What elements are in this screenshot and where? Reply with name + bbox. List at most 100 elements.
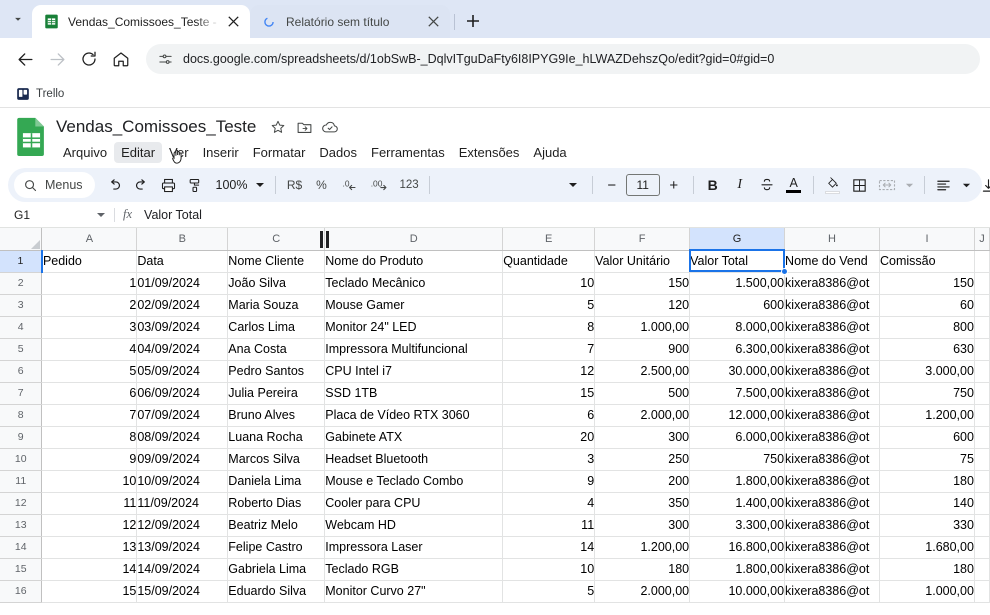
cell-B4[interactable]: 03/09/2024 — [137, 316, 228, 338]
cell-J14[interactable] — [974, 536, 989, 558]
cell-F12[interactable]: 350 — [595, 492, 690, 514]
cell-H11[interactable]: kixera8386@ot — [785, 470, 880, 492]
browser-tab-2[interactable]: Relatório sem título — [250, 5, 450, 38]
cell-B10[interactable]: 09/09/2024 — [137, 448, 228, 470]
row-header-10[interactable]: 10 — [0, 448, 42, 470]
cell-D7[interactable]: SSD 1TB — [325, 382, 503, 404]
cell-J4[interactable] — [974, 316, 989, 338]
cell-F5[interactable]: 900 — [595, 338, 690, 360]
cell-C10[interactable]: Marcos Silva — [228, 448, 325, 470]
percent-format-button[interactable]: % — [309, 172, 335, 198]
cell-H13[interactable]: kixera8386@ot — [785, 514, 880, 536]
cell-F9[interactable]: 300 — [595, 426, 690, 448]
cell-H16[interactable]: kixera8386@ot — [785, 580, 880, 602]
cell-J10[interactable] — [974, 448, 989, 470]
cell-I11[interactable]: 180 — [880, 470, 975, 492]
row-header-6[interactable]: 6 — [0, 360, 42, 382]
cell-B16[interactable]: 15/09/2024 — [137, 580, 228, 602]
cell-F3[interactable]: 120 — [595, 294, 690, 316]
cell-H2[interactable]: kixera8386@ot — [785, 272, 880, 294]
google-sheets-icon[interactable] — [14, 116, 48, 158]
row-header-12[interactable]: 12 — [0, 492, 42, 514]
font-size-input[interactable]: 11 — [626, 174, 660, 196]
italic-button[interactable]: I — [727, 172, 753, 198]
star-icon[interactable] — [266, 115, 290, 139]
cell-A5[interactable]: 4 — [42, 338, 137, 360]
cell-H9[interactable]: kixera8386@ot — [785, 426, 880, 448]
column-header-c[interactable]: C — [228, 228, 325, 250]
cell-A3[interactable]: 2 — [42, 294, 137, 316]
cell-E1[interactable]: Quantidade — [503, 250, 595, 272]
bookmark-trello[interactable]: Trello — [10, 84, 70, 104]
cell-H15[interactable]: kixera8386@ot — [785, 558, 880, 580]
cell-E13[interactable]: 11 — [503, 514, 595, 536]
decrease-font-size-button[interactable]: − — [599, 172, 625, 198]
vertical-align-button[interactable] — [976, 172, 990, 198]
cell-G9[interactable]: 6.000,00 — [690, 426, 785, 448]
cell-J11[interactable] — [974, 470, 989, 492]
text-color-button[interactable]: A — [781, 172, 807, 198]
zoom-control[interactable]: 100% — [210, 172, 250, 198]
paint-format-icon[interactable] — [183, 172, 209, 198]
strikethrough-button[interactable] — [754, 172, 780, 198]
cell-A2[interactable]: 1 — [42, 272, 137, 294]
cloud-saved-icon[interactable] — [318, 115, 342, 139]
cell-J13[interactable] — [974, 514, 989, 536]
cell-D9[interactable]: Gabinete ATX — [325, 426, 503, 448]
cell-B12[interactable]: 11/09/2024 — [137, 492, 228, 514]
cell-C11[interactable]: Daniela Lima — [228, 470, 325, 492]
cell-I10[interactable]: 75 — [880, 448, 975, 470]
cell-G1[interactable]: Valor Total — [690, 250, 785, 272]
cell-C7[interactable]: Julia Pereira — [228, 382, 325, 404]
menu-item-editar[interactable]: Editar — [114, 142, 162, 163]
cell-G16[interactable]: 10.000,00 — [690, 580, 785, 602]
cell-B6[interactable]: 05/09/2024 — [137, 360, 228, 382]
horizontal-align-arrow-icon[interactable] — [958, 172, 975, 198]
cell-C15[interactable]: Gabriela Lima — [228, 558, 325, 580]
column-header-b[interactable]: B — [137, 228, 228, 250]
cell-I1[interactable]: Comissão — [880, 250, 975, 272]
cell-B2[interactable]: 01/09/2024 — [137, 272, 228, 294]
formula-input[interactable]: Valor Total — [132, 208, 202, 222]
bold-button[interactable]: B — [700, 172, 726, 198]
cell-C8[interactable]: Bruno Alves — [228, 404, 325, 426]
cell-I9[interactable]: 600 — [880, 426, 975, 448]
row-header-7[interactable]: 7 — [0, 382, 42, 404]
cell-E3[interactable]: 5 — [503, 294, 595, 316]
cell-I8[interactable]: 1.200,00 — [880, 404, 975, 426]
cell-J5[interactable] — [974, 338, 989, 360]
cell-B11[interactable]: 10/09/2024 — [137, 470, 228, 492]
cell-B3[interactable]: 02/09/2024 — [137, 294, 228, 316]
tune-icon[interactable] — [158, 52, 173, 67]
cell-A13[interactable]: 12 — [42, 514, 137, 536]
cell-D12[interactable]: Cooler para CPU — [325, 492, 503, 514]
cell-A16[interactable]: 15 — [42, 580, 137, 602]
cell-G3[interactable]: 600 — [690, 294, 785, 316]
menu-item-formatar[interactable]: Formatar — [246, 142, 313, 163]
zoom-dropdown-arrow-icon[interactable] — [251, 172, 269, 198]
cell-E14[interactable]: 14 — [503, 536, 595, 558]
forward-arrow-icon[interactable] — [42, 44, 72, 74]
cell-I4[interactable]: 800 — [880, 316, 975, 338]
cell-D11[interactable]: Mouse e Teclado Combo — [325, 470, 503, 492]
cell-C12[interactable]: Roberto Dias — [228, 492, 325, 514]
cell-C9[interactable]: Luana Rocha — [228, 426, 325, 448]
select-all-corner[interactable] — [0, 228, 42, 250]
cell-D13[interactable]: Webcam HD — [325, 514, 503, 536]
cell-H7[interactable]: kixera8386@ot — [785, 382, 880, 404]
cell-F14[interactable]: 1.200,00 — [595, 536, 690, 558]
fill-handle[interactable] — [781, 268, 788, 275]
cell-J8[interactable] — [974, 404, 989, 426]
redo-icon[interactable] — [129, 172, 155, 198]
cell-D8[interactable]: Placa de Vídeo RTX 3060 — [325, 404, 503, 426]
cell-G14[interactable]: 16.800,00 — [690, 536, 785, 558]
cell-H1[interactable]: Nome do Vend — [785, 250, 880, 272]
cell-H8[interactable]: kixera8386@ot — [785, 404, 880, 426]
row-header-16[interactable]: 16 — [0, 580, 42, 602]
cell-B13[interactable]: 12/09/2024 — [137, 514, 228, 536]
cell-B8[interactable]: 07/09/2024 — [137, 404, 228, 426]
cell-F2[interactable]: 150 — [595, 272, 690, 294]
row-header-1[interactable]: 1 — [0, 250, 42, 272]
cell-F6[interactable]: 2.500,00 — [595, 360, 690, 382]
cell-D4[interactable]: Monitor 24" LED — [325, 316, 503, 338]
